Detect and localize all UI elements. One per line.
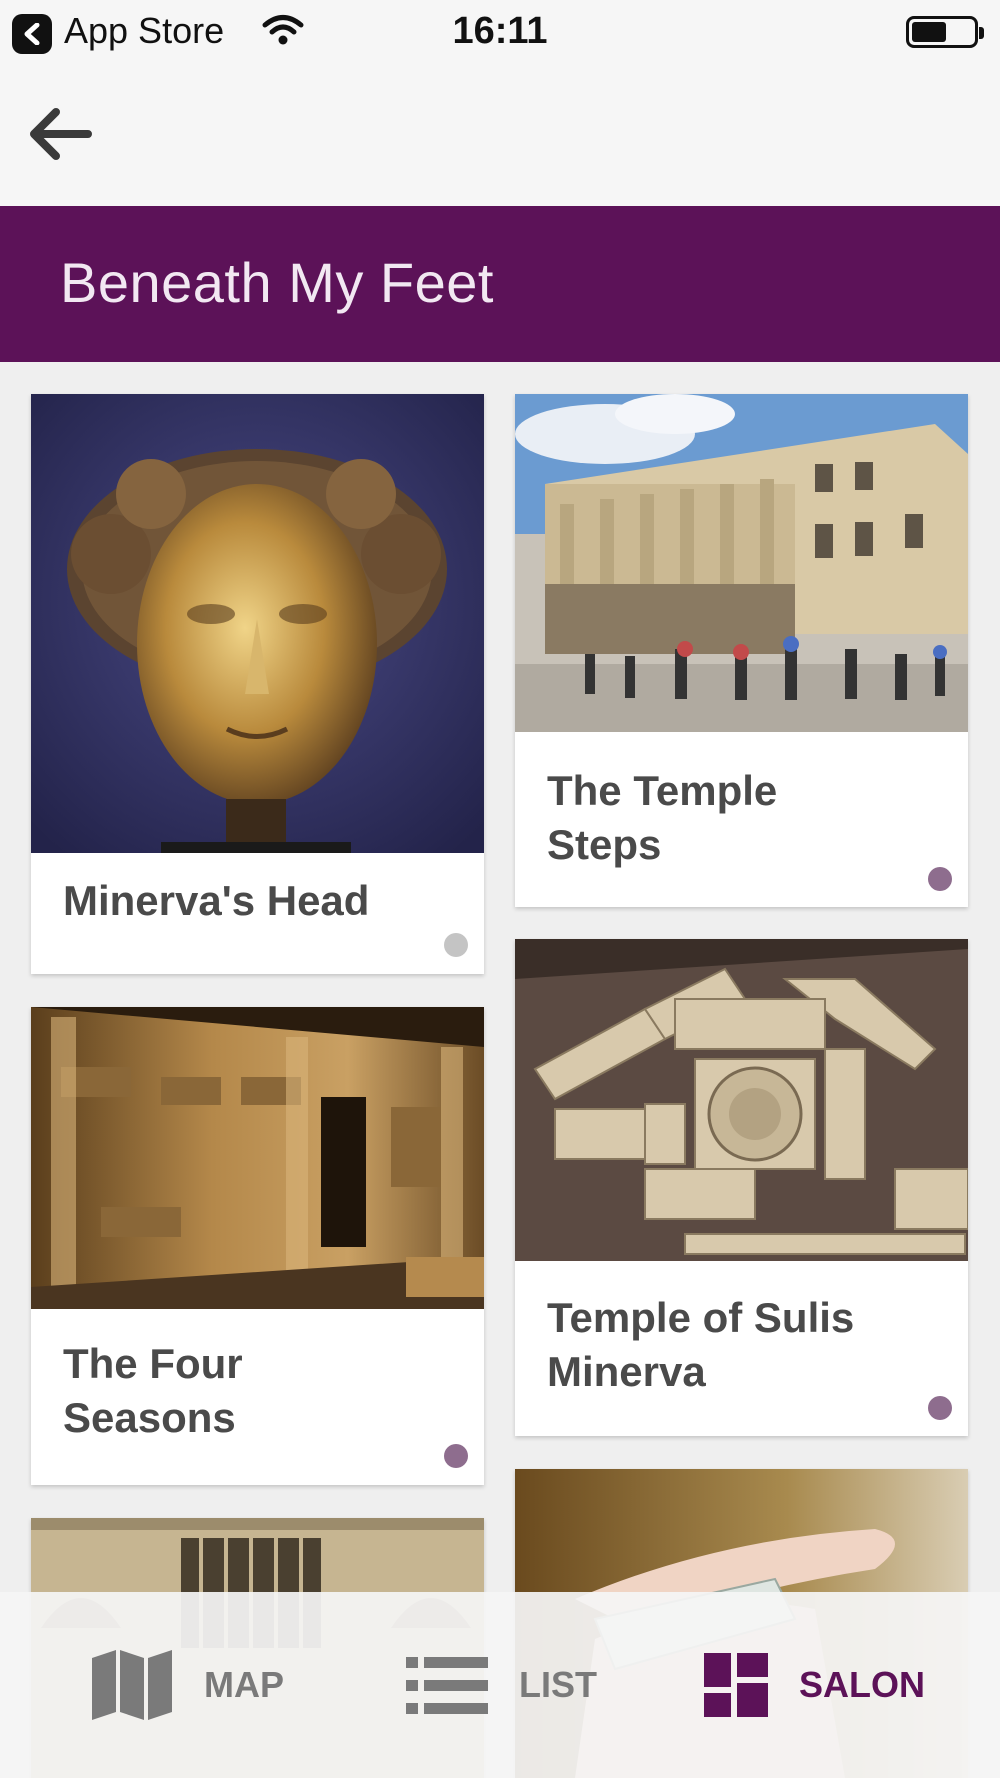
card-the-four-seasons[interactable]: The Four Seasons (31, 1007, 484, 1485)
card-temple-of-sulis-minerva[interactable]: Temple of Sulis Minerva (515, 939, 968, 1436)
status-dot (444, 933, 468, 957)
tab-label: SALON (799, 1664, 925, 1705)
minerva-head-image (31, 394, 484, 853)
tab-salon[interactable]: SALON (704, 1650, 944, 1720)
card-title: The Four Seasons (63, 1340, 243, 1441)
section-header: Beneath My Feet (0, 206, 1000, 362)
map-icon (92, 1650, 172, 1720)
status-time: 16:11 (452, 10, 548, 52)
temple-steps-image (515, 394, 968, 732)
four-seasons-image (31, 1007, 484, 1309)
sulis-minerva-image (515, 939, 968, 1261)
list-icon (406, 1657, 488, 1714)
navigation-bar (0, 64, 1000, 206)
back-arrow-icon[interactable] (26, 104, 98, 164)
tab-map[interactable]: MAP (90, 1650, 290, 1720)
status-bar: App Store 16:11 (0, 0, 1000, 64)
bottom-tab-bar: MAP LIST SALON (0, 1592, 1000, 1778)
battery-icon (906, 16, 984, 48)
grid-icon (704, 1653, 768, 1717)
tab-label: LIST (519, 1664, 597, 1705)
tab-label: MAP (204, 1664, 284, 1705)
card-the-temple-steps[interactable]: The Temple Steps (515, 394, 968, 907)
page-title: Beneath My Feet (60, 251, 494, 314)
tab-list[interactable]: LIST (406, 1650, 606, 1720)
card-title: The Temple Steps (547, 767, 778, 868)
status-dot (444, 1444, 468, 1468)
status-dot (928, 1396, 952, 1420)
status-dot (928, 867, 952, 891)
card-minervas-head[interactable]: Minerva's Head (31, 394, 484, 974)
card-title: Minerva's Head (63, 877, 370, 924)
card-title: Temple of Sulis Minerva (547, 1294, 855, 1395)
